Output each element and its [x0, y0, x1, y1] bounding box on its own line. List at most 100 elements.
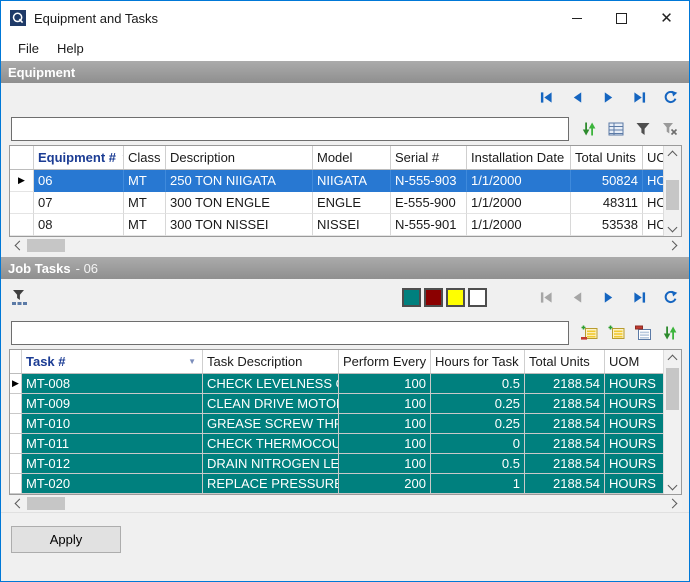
scroll-right-icon[interactable]	[665, 495, 682, 512]
job-task-row[interactable]: MT-020 REPLACE PRESSURE FI 200 1 2188.54…	[10, 474, 663, 494]
task-number-cell[interactable]: MT-012	[22, 454, 203, 474]
scrollbar-thumb[interactable]	[27, 239, 65, 252]
installation-date-cell[interactable]: 1/1/2000	[467, 192, 571, 214]
add-all-tasks-icon[interactable]	[580, 324, 598, 342]
scroll-up-icon[interactable]	[664, 146, 681, 162]
job-task-row[interactable]: MT-010 GREASE SCREW THRU 100 0.25 2188.5…	[10, 414, 663, 434]
clear-filter-icon[interactable]	[661, 120, 679, 138]
installation-date-cell[interactable]: 1/1/2000	[467, 170, 571, 192]
scroll-down-icon[interactable]	[664, 220, 681, 236]
perform-every-cell[interactable]: 100	[339, 434, 431, 454]
row-selector[interactable]	[10, 214, 34, 236]
first-record-icon[interactable]	[537, 89, 555, 107]
task-number-cell[interactable]: MT-008	[22, 374, 203, 394]
row-selector[interactable]: ▶	[10, 170, 34, 192]
total-units-cell[interactable]: 48311	[571, 192, 643, 214]
task-number-cell[interactable]: MT-011	[22, 434, 203, 454]
last-record-icon[interactable]	[630, 289, 648, 307]
perform-every-cell[interactable]: 100	[339, 454, 431, 474]
total-units-cell[interactable]: 2188.54	[525, 394, 605, 414]
uom-cell[interactable]: HOURS	[643, 214, 663, 236]
description-cell[interactable]: 300 TON NISSEI	[166, 214, 313, 236]
menu-help[interactable]: Help	[48, 38, 93, 59]
column-header-task-number[interactable]: Task #▼	[22, 350, 203, 373]
job-tasks-vertical-scrollbar[interactable]	[663, 350, 681, 494]
scroll-left-icon[interactable]	[9, 237, 26, 254]
total-units-cell[interactable]: 2188.54	[525, 474, 605, 494]
scroll-up-icon[interactable]	[664, 350, 681, 366]
uom-cell[interactable]: HOURS	[643, 192, 663, 214]
model-cell[interactable]: ENGLE	[313, 192, 391, 214]
description-cell[interactable]: 300 TON ENGLE	[166, 192, 313, 214]
row-selector[interactable]	[10, 394, 22, 414]
total-units-cell[interactable]: 53538	[571, 214, 643, 236]
refresh-icon[interactable]	[661, 289, 679, 307]
uom-cell[interactable]: HOURS	[605, 434, 663, 454]
equipment-vertical-scrollbar[interactable]	[663, 146, 681, 236]
last-record-icon[interactable]	[630, 89, 648, 107]
task-number-cell[interactable]: MT-010	[22, 414, 203, 434]
perform-every-cell[interactable]: 100	[339, 394, 431, 414]
sort-icon[interactable]	[661, 324, 679, 342]
filter-tasks-icon[interactable]	[11, 289, 29, 307]
add-task-icon[interactable]	[607, 324, 625, 342]
uom-cell[interactable]: HOURS	[605, 394, 663, 414]
task-description-cell[interactable]: GREASE SCREW THRU	[203, 414, 339, 434]
row-selector[interactable]	[10, 474, 22, 494]
serial-cell[interactable]: N-555-901	[391, 214, 467, 236]
scrollbar-thumb[interactable]	[666, 368, 679, 410]
scrollbar-thumb[interactable]	[27, 497, 65, 510]
equipment-row[interactable]: 08 MT 300 TON NISSEI NISSEI N-555-901 1/…	[10, 214, 663, 236]
hours-for-task-cell[interactable]: 0.25	[431, 394, 525, 414]
task-number-cell[interactable]: MT-020	[22, 474, 203, 494]
row-selector[interactable]: ▶	[10, 374, 22, 394]
sort-icon[interactable]	[580, 120, 598, 138]
task-number-cell[interactable]: MT-009	[22, 394, 203, 414]
equipment-search-input[interactable]	[11, 117, 569, 141]
menu-file[interactable]: File	[9, 38, 48, 59]
uom-cell[interactable]: HOURS	[605, 374, 663, 394]
first-record-icon-disabled[interactable]	[537, 289, 555, 307]
scroll-down-icon[interactable]	[664, 478, 681, 494]
class-cell[interactable]: MT	[124, 214, 166, 236]
column-header-hours-for-task[interactable]: Hours for Task	[431, 350, 525, 373]
scrollbar-track[interactable]	[664, 366, 681, 478]
model-cell[interactable]: NISSEI	[313, 214, 391, 236]
perform-every-cell[interactable]: 100	[339, 414, 431, 434]
column-header-serial[interactable]: Serial #	[391, 146, 467, 169]
remove-task-icon[interactable]	[634, 324, 652, 342]
hours-for-task-cell[interactable]: 0.5	[431, 454, 525, 474]
scrollbar-track[interactable]	[26, 495, 665, 512]
description-cell[interactable]: 250 TON NIIGATA	[166, 170, 313, 192]
serial-cell[interactable]: E-555-900	[391, 192, 467, 214]
perform-every-cell[interactable]: 200	[339, 474, 431, 494]
job-tasks-horizontal-scrollbar[interactable]	[9, 495, 682, 512]
uom-cell[interactable]: HOURS	[605, 474, 663, 494]
scroll-left-icon[interactable]	[9, 495, 26, 512]
installation-date-cell[interactable]: 1/1/2000	[467, 214, 571, 236]
scrollbar-track[interactable]	[26, 237, 665, 254]
hours-for-task-cell[interactable]: 0	[431, 434, 525, 454]
column-header-task-description[interactable]: Task Description	[203, 350, 339, 373]
class-cell[interactable]: MT	[124, 170, 166, 192]
column-header-model[interactable]: Model	[313, 146, 391, 169]
column-header-perform-every[interactable]: Perform Every	[339, 350, 431, 373]
equipment-number-cell[interactable]: 06	[34, 170, 124, 192]
previous-record-icon-disabled[interactable]	[568, 289, 586, 307]
column-header-uom[interactable]: UOM	[643, 146, 663, 169]
model-cell[interactable]: NIIGATA	[313, 170, 391, 192]
next-record-icon[interactable]	[599, 89, 617, 107]
filter-icon[interactable]	[634, 120, 652, 138]
total-units-cell[interactable]: 50824	[571, 170, 643, 192]
job-task-row[interactable]: MT-012 DRAIN NITROGEN LEA 100 0.5 2188.5…	[10, 454, 663, 474]
perform-every-cell[interactable]: 100	[339, 374, 431, 394]
hours-for-task-cell[interactable]: 1	[431, 474, 525, 494]
total-units-cell[interactable]: 2188.54	[525, 374, 605, 394]
column-header-description[interactable]: Description	[166, 146, 313, 169]
task-description-cell[interactable]: DRAIN NITROGEN LEA	[203, 454, 339, 474]
uom-cell[interactable]: HOURS	[605, 454, 663, 474]
task-description-cell[interactable]: CLEAN DRIVE MOTOR	[203, 394, 339, 414]
column-header-total-units[interactable]: Total Units	[571, 146, 643, 169]
uom-cell[interactable]: HOURS	[605, 414, 663, 434]
uom-cell[interactable]: HOURS	[643, 170, 663, 192]
